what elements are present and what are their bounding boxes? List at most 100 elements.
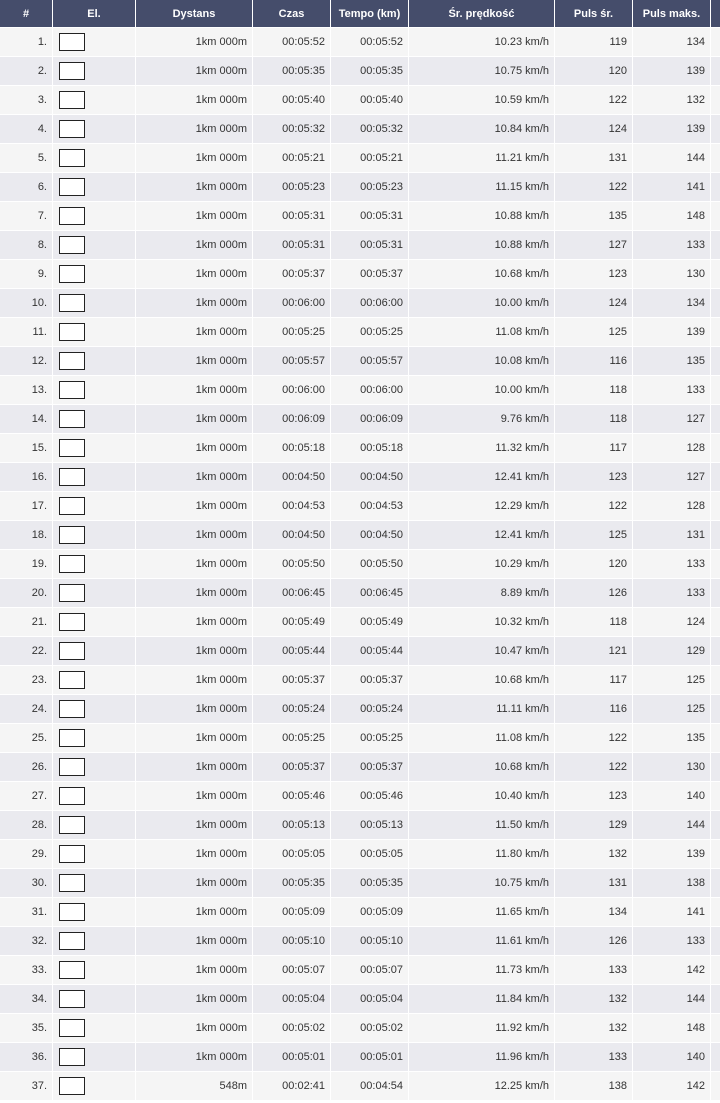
element-color-swatch[interactable] (59, 584, 85, 602)
lap-number-cell: 17. (0, 492, 52, 520)
element-color-swatch[interactable] (59, 642, 85, 660)
element-color-swatch[interactable] (59, 1019, 85, 1037)
element-color-swatch[interactable] (59, 178, 85, 196)
max-hr-cell: 144 (633, 144, 710, 172)
element-cell (53, 376, 135, 404)
element-color-swatch[interactable] (59, 265, 85, 283)
avg-speed-cell: 11.96 km/h (409, 1043, 554, 1071)
pace-cell: 00:05:18 (331, 434, 408, 462)
element-cell (53, 956, 135, 984)
element-color-swatch[interactable] (59, 497, 85, 515)
lap-number-cell: 18. (0, 521, 52, 549)
element-color-swatch[interactable] (59, 961, 85, 979)
col-header-avg-hr: Puls śr. (555, 0, 632, 27)
lap-number-cell: 20. (0, 579, 52, 607)
element-color-swatch[interactable] (59, 120, 85, 138)
element-color-swatch[interactable] (59, 526, 85, 544)
element-cell (53, 347, 135, 375)
pace-cell: 00:05:50 (331, 550, 408, 578)
avg-hr-cell: 122 (555, 753, 632, 781)
element-color-swatch[interactable] (59, 62, 85, 80)
table-row: 7. 1km 000m 00:05:31 00:05:31 10.88 km/h 135 1… (0, 202, 720, 230)
element-color-swatch[interactable] (59, 352, 85, 370)
extra-cell (711, 1014, 720, 1042)
max-hr-cell: 140 (633, 782, 710, 810)
element-color-swatch[interactable] (59, 468, 85, 486)
element-color-swatch[interactable] (59, 787, 85, 805)
extra-cell (711, 115, 720, 143)
avg-hr-cell: 122 (555, 173, 632, 201)
table-row: 13. 1km 000m 00:06:00 00:06:00 10.00 km/h 118… (0, 376, 720, 404)
extra-cell (711, 956, 720, 984)
element-color-swatch[interactable] (59, 816, 85, 834)
element-cell (53, 260, 135, 288)
lap-rows: 1. 1km 000m 00:05:52 00:05:52 10.23 km/h 119 1… (0, 28, 720, 1100)
pace-cell: 00:05:04 (331, 985, 408, 1013)
pace-cell: 00:05:32 (331, 115, 408, 143)
time-cell: 00:05:23 (253, 173, 330, 201)
element-color-swatch[interactable] (59, 33, 85, 51)
avg-hr-cell: 123 (555, 463, 632, 491)
element-color-swatch[interactable] (59, 671, 85, 689)
lap-number-cell: 32. (0, 927, 52, 955)
element-color-swatch[interactable] (59, 236, 85, 254)
element-color-swatch[interactable] (59, 845, 85, 863)
time-cell: 00:05:09 (253, 898, 330, 926)
time-cell: 00:05:46 (253, 782, 330, 810)
table-row: 9. 1km 000m 00:05:37 00:05:37 10.68 km/h 123 1… (0, 260, 720, 288)
element-color-swatch[interactable] (59, 903, 85, 921)
element-color-swatch[interactable] (59, 555, 85, 573)
element-color-swatch[interactable] (59, 1048, 85, 1066)
table-row: 32. 1km 000m 00:05:10 00:05:10 11.61 km/h 126… (0, 927, 720, 955)
table-row: 22. 1km 000m 00:05:44 00:05:44 10.47 km/h 121… (0, 637, 720, 665)
element-color-swatch[interactable] (59, 410, 85, 428)
element-color-swatch[interactable] (59, 729, 85, 747)
element-color-swatch[interactable] (59, 439, 85, 457)
lap-number-cell: 26. (0, 753, 52, 781)
element-color-swatch[interactable] (59, 932, 85, 950)
max-hr-cell: 139 (633, 115, 710, 143)
extra-cell (711, 231, 720, 259)
avg-hr-cell: 127 (555, 231, 632, 259)
element-color-swatch[interactable] (59, 758, 85, 776)
element-color-swatch[interactable] (59, 294, 85, 312)
lap-number-cell: 14. (0, 405, 52, 433)
distance-cell: 1km 000m (136, 637, 252, 665)
time-cell: 00:05:04 (253, 985, 330, 1013)
element-color-swatch[interactable] (59, 874, 85, 892)
element-cell (53, 521, 135, 549)
avg-hr-cell: 116 (555, 695, 632, 723)
element-color-swatch[interactable] (59, 990, 85, 1008)
max-hr-cell: 135 (633, 347, 710, 375)
extra-cell (711, 86, 720, 114)
element-color-swatch[interactable] (59, 1077, 85, 1095)
avg-hr-cell: 132 (555, 985, 632, 1013)
element-color-swatch[interactable] (59, 149, 85, 167)
pace-cell: 00:05:25 (331, 724, 408, 752)
pace-cell: 00:05:52 (331, 28, 408, 56)
pace-cell: 00:04:50 (331, 463, 408, 491)
max-hr-cell: 133 (633, 579, 710, 607)
avg-speed-cell: 10.68 km/h (409, 260, 554, 288)
max-hr-cell: 142 (633, 1072, 710, 1100)
avg-hr-cell: 118 (555, 405, 632, 433)
element-color-swatch[interactable] (59, 613, 85, 631)
avg-speed-cell: 10.08 km/h (409, 347, 554, 375)
extra-cell (711, 57, 720, 85)
pace-cell: 00:05:31 (331, 202, 408, 230)
avg-speed-cell: 12.41 km/h (409, 521, 554, 549)
element-color-swatch[interactable] (59, 381, 85, 399)
lap-number-cell: 22. (0, 637, 52, 665)
time-cell: 00:05:25 (253, 318, 330, 346)
avg-hr-cell: 116 (555, 347, 632, 375)
avg-hr-cell: 121 (555, 637, 632, 665)
max-hr-cell: 141 (633, 898, 710, 926)
extra-cell (711, 260, 720, 288)
avg-hr-cell: 123 (555, 782, 632, 810)
table-row: 5. 1km 000m 00:05:21 00:05:21 11.21 km/h 131 1… (0, 144, 720, 172)
avg-speed-cell: 12.29 km/h (409, 492, 554, 520)
element-color-swatch[interactable] (59, 91, 85, 109)
element-color-swatch[interactable] (59, 323, 85, 341)
element-color-swatch[interactable] (59, 207, 85, 225)
element-color-swatch[interactable] (59, 700, 85, 718)
